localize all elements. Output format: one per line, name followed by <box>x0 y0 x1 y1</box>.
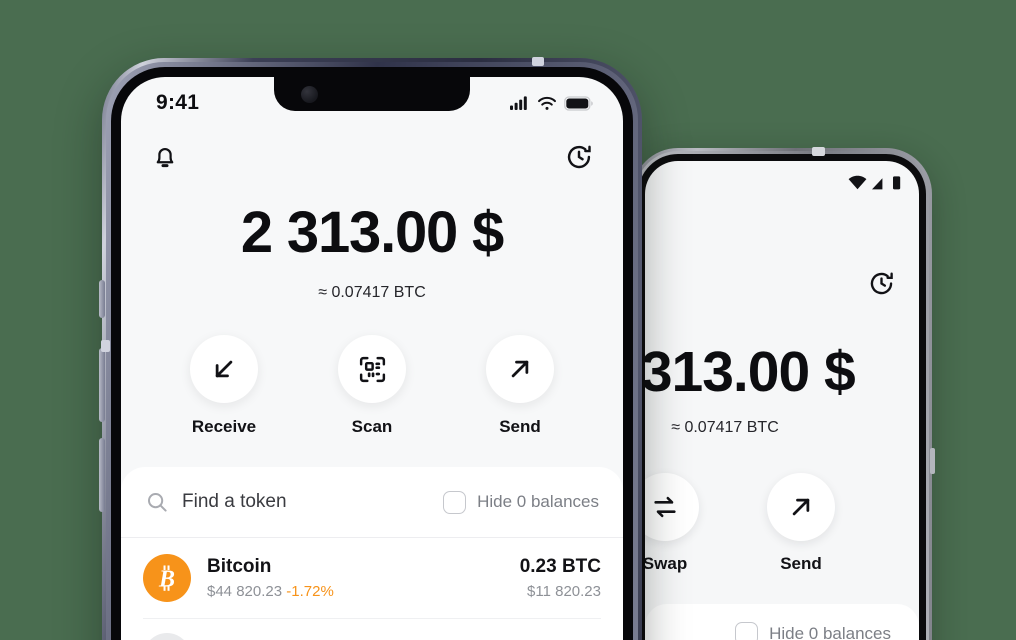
arrow-down-left-icon <box>209 354 239 384</box>
hide-zero-label: Hide 0 balances <box>477 492 599 511</box>
ios-balance-fiat: 2 313.00 $ <box>240 200 504 265</box>
scene-stage: 2 313.00 $ ≈ 0.07417 BTC Swap <box>0 0 1016 640</box>
android-action-label: Send <box>780 554 822 573</box>
ios-antenna-line-left <box>101 340 110 352</box>
ios-volume-down-button[interactable] <box>99 438 105 512</box>
bitcoin-icon: B <box>143 554 191 602</box>
ios-screen: 9:41 2 313.00 $ ≈ 0.07417 BTC Receive Sc… <box>121 77 623 640</box>
android-hide-zero-toggle[interactable]: Hide 0 balances <box>645 622 919 640</box>
token-name: Bitcoin <box>207 556 272 577</box>
ios-receive-button[interactable] <box>190 335 258 403</box>
token-change: -1.72% <box>286 583 334 600</box>
android-action-row: Swap Send <box>645 473 919 574</box>
ios-action-row: Receive Scan Send <box>121 335 623 437</box>
ios-status-time: 9:41 <box>156 91 200 114</box>
android-power-button[interactable] <box>930 448 935 474</box>
token-balance: 0.23 BTC $11 820.23 <box>520 556 601 600</box>
ios-notch <box>274 77 470 111</box>
svg-text:B: B <box>158 567 175 593</box>
bell-icon[interactable] <box>147 139 183 175</box>
ios-top-bar <box>121 135 623 179</box>
hide-zero-toggle[interactable]: Hide 0 balances <box>443 490 599 514</box>
android-screen: 2 313.00 $ ≈ 0.07417 BTC Swap <box>645 161 919 640</box>
android-token-panel: Hide 0 balances <box>645 604 919 640</box>
ios-scan-button[interactable] <box>338 335 406 403</box>
arrow-up-right-icon <box>786 492 816 522</box>
token-info: Bitcoin $44 820.23 -1.72% <box>207 556 504 600</box>
android-hide-zero-label: Hide 0 balances <box>769 623 891 640</box>
android-antenna-line <box>812 147 825 156</box>
ios-action-label: Send <box>499 417 541 436</box>
ios-status-icons <box>510 95 593 111</box>
token-logo-placeholder <box>143 633 191 640</box>
ios-panel-header: Hide 0 balances <box>121 467 623 537</box>
search-input[interactable] <box>182 491 432 513</box>
ios-action-receive[interactable]: Receive <box>178 335 270 437</box>
ios-volume-up-button[interactable] <box>99 348 105 422</box>
android-top-bar <box>863 265 899 301</box>
history-clock-icon[interactable] <box>561 139 597 175</box>
android-action-label: Swap <box>645 554 688 573</box>
front-camera-icon <box>301 85 318 103</box>
ios-action-label: Receive <box>191 417 257 436</box>
table-row[interactable]: B Bitcoin $44 820.23 -1.72% 0.23 BTC $11… <box>121 538 623 618</box>
ios-action-label: Scan <box>351 417 393 436</box>
arrow-up-right-icon <box>505 354 535 384</box>
android-swap-button[interactable] <box>645 473 699 541</box>
battery-icon <box>893 175 901 190</box>
android-send-button[interactable] <box>767 473 835 541</box>
cellular-bars-icon <box>872 175 888 190</box>
ios-action-scan[interactable]: Scan <box>326 335 418 437</box>
history-clock-icon[interactable] <box>863 265 899 301</box>
search-field-group[interactable] <box>145 490 432 514</box>
ios-antenna-line-top <box>532 57 544 66</box>
ios-silent-switch[interactable] <box>99 280 105 318</box>
hide-zero-checkbox[interactable] <box>443 490 467 514</box>
ios-balance-crypto: ≈ 0.07417 BTC <box>318 284 426 301</box>
android-status-bar <box>848 175 901 190</box>
ios-send-button[interactable] <box>486 335 554 403</box>
swap-arrows-icon <box>651 493 679 521</box>
android-hide-zero-checkbox[interactable] <box>735 622 759 640</box>
battery-icon <box>564 95 593 111</box>
ios-action-send[interactable]: Send <box>474 335 566 437</box>
wifi-icon <box>537 96 557 111</box>
ios-token-panel: Hide 0 balances B <box>121 467 623 640</box>
wifi-icon <box>848 175 867 190</box>
android-phone-mockup: 2 313.00 $ ≈ 0.07417 BTC Swap <box>632 147 935 640</box>
token-price: $44 820.23 <box>207 583 283 600</box>
token-amount: 0.23 BTC <box>519 556 601 577</box>
qr-code-icon <box>357 354 388 385</box>
table-row[interactable] <box>121 619 623 640</box>
cellular-bars-icon <box>510 96 530 110</box>
token-fiat-value: $11 820.23 <box>527 583 601 600</box>
android-action-send[interactable]: Send <box>762 473 840 574</box>
ios-phone-mockup: 9:41 2 313.00 $ ≈ 0.07417 BTC Receive Sc… <box>99 57 642 640</box>
search-icon <box>145 490 169 514</box>
android-balance-crypto: ≈ 0.07417 BTC <box>671 419 779 436</box>
android-balance-fiat: 2 313.00 $ <box>645 340 856 404</box>
android-action-swap[interactable]: Swap <box>645 473 704 574</box>
token-price-row: $44 820.23 -1.72% <box>207 583 504 600</box>
